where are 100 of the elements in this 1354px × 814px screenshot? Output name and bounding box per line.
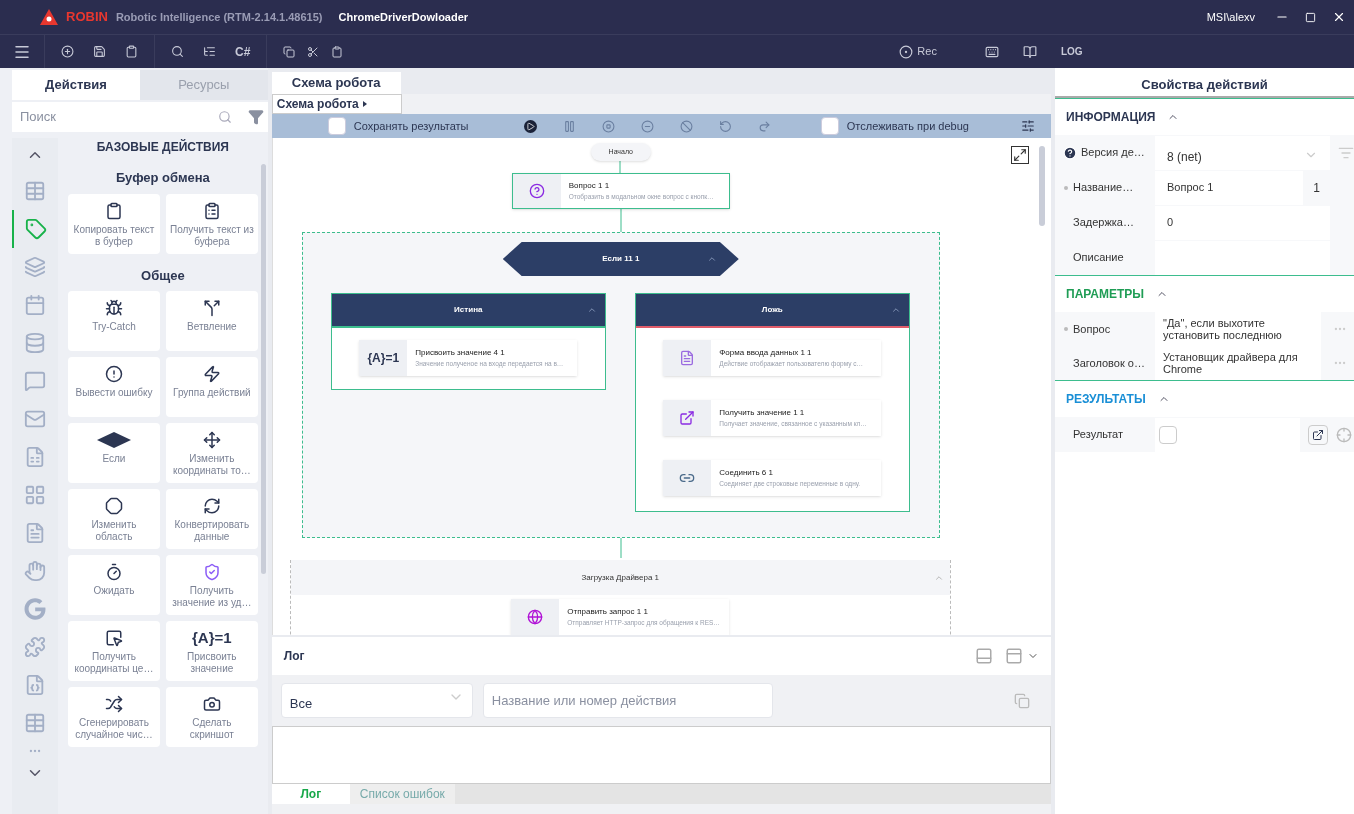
filter-icon[interactable] [247,109,264,125]
search-field[interactable]: Поиск [12,102,268,132]
action-card[interactable]: {A}=1 Присвоить значение [165,621,258,681]
action-card[interactable]: Try-Catch [68,291,160,351]
record-icon[interactable] [899,44,914,59]
grid-icon[interactable] [24,484,46,506]
tag-icon[interactable] [25,218,47,240]
action-card[interactable]: Получить значение из уд… [165,555,258,615]
action-card[interactable]: Вывести ошибку [68,357,160,417]
hand-icon[interactable] [24,560,46,582]
cut-icon[interactable] [307,45,320,58]
action-card[interactable]: Если [68,423,160,483]
result-checkbox[interactable] [1159,425,1177,444]
target-icon[interactable] [1336,426,1352,443]
app-version: Robotic Intelligence (RTM-2.14.1.48615) [115,9,323,25]
action-card[interactable]: Изменить область [68,489,160,549]
table-icon[interactable] [24,180,46,202]
condition-node[interactable]: Если 11 1 [502,242,739,276]
pointer-icon [104,629,123,647]
chat-icon[interactable] [24,370,46,392]
ban-icon[interactable] [679,119,693,133]
shuffle-icon [104,695,123,713]
search-input[interactable]: Поиск [12,107,218,127]
layers-icon[interactable] [24,256,46,278]
layout-icon[interactable] [1005,647,1023,665]
restore-icon[interactable] [1305,11,1316,23]
action-card[interactable]: Сгенерировать случайное чис… [68,687,160,747]
record-button[interactable]: Rec [917,43,937,60]
save-results-label: Сохранять результаты [353,118,470,134]
assign-icon: {A}=1 [192,630,232,646]
filter-select[interactable]: Все [280,683,473,718]
search-icon[interactable] [171,45,184,58]
g-letter-icon[interactable] [24,598,46,620]
branch-header[interactable]: Истина [331,294,605,328]
action-card[interactable]: Ожидать [68,555,160,615]
collapse-icon[interactable] [586,305,597,315]
property-value[interactable]: Установщик драйвера для Chrome [1155,346,1321,380]
property-value[interactable] [1155,240,1330,275]
export-icon[interactable] [1308,424,1328,445]
close-icon[interactable] [1332,10,1346,24]
layout-icon[interactable] [975,647,993,665]
property-value[interactable]: Вопрос 1 [1155,170,1303,205]
action-card[interactable]: Получить координаты це… [68,621,160,681]
code-button[interactable]: C# [235,42,251,61]
document-tab[interactable]: Схема робота [271,72,401,94]
edit-list-icon[interactable] [203,45,216,58]
scrollbar-thumb[interactable] [260,164,266,574]
checkbox[interactable] [327,117,346,135]
spreadsheet-icon[interactable] [24,446,46,468]
action-card[interactable]: Конвертировать данные [165,489,258,549]
expand-icon[interactable] [1011,146,1029,164]
copy-icon[interactable] [283,45,296,58]
log-title: Лог [283,648,305,665]
checkbox[interactable] [820,117,839,135]
calendar-icon[interactable] [24,294,46,316]
minus-circle-icon[interactable] [640,119,654,133]
caret-icon[interactable] [362,101,367,107]
mail-icon[interactable] [24,408,46,430]
panel-tab[interactable]: Действия [12,70,140,100]
book-icon[interactable] [1022,44,1037,59]
action-card[interactable]: Ветвление [165,291,258,351]
rotate-icon[interactable] [718,119,732,133]
document-icon[interactable] [24,522,46,544]
keyboard-icon[interactable] [984,44,999,59]
group-header[interactable]: Загрузка Драйвера 1 [290,560,950,595]
save-icon[interactable] [93,45,106,58]
table-icon[interactable] [24,712,46,734]
add-icon[interactable] [61,45,74,58]
action-card[interactable]: Копировать текст в буфер [68,193,160,254]
action-card[interactable]: Изменить координаты то… [165,423,258,483]
collapse-icon[interactable] [890,305,901,315]
pause-icon[interactable] [562,119,576,133]
clipboard-icon[interactable] [125,45,138,58]
property-label: Результат [1073,427,1124,443]
json-file-icon[interactable] [24,674,46,696]
property-label: Вопрос [1073,321,1111,337]
debug-label: Отслеживать при debug [846,118,969,134]
collapse-icon[interactable] [706,254,717,264]
section-title: РЕЗУЛЬТАТЫ [1066,391,1146,408]
assign-icon: {A}=1 [367,349,400,367]
paste-icon[interactable] [331,45,344,58]
version-select[interactable]: 8 (net) [1155,135,1330,170]
step-icon[interactable] [757,119,771,133]
property-value[interactable]: "Да", если выхотите установить последнюю [1155,312,1321,346]
property-value[interactable]: 0 [1155,205,1330,240]
play-icon[interactable] [523,119,537,133]
action-card[interactable]: Сделать скриншот [165,687,258,747]
scrollbar-thumb[interactable] [1039,146,1045,226]
database-icon[interactable] [24,332,46,354]
action-card[interactable]: Получить текст из буфера [165,193,258,254]
puzzle-icon[interactable] [24,636,46,658]
breadcrumb[interactable]: Схема робота [271,94,402,114]
node-title: Вопрос 1 1 [568,180,611,193]
action-search-field[interactable]: Название или номер действия [482,683,773,718]
settings-icon[interactable] [1021,119,1035,133]
stop-icon[interactable] [601,119,615,133]
help-icon[interactable] [1063,145,1077,160]
branch-header[interactable]: Ложь [635,294,909,328]
log-button[interactable]: LOG [1060,44,1083,59]
action-card[interactable]: Группа действий [165,357,258,417]
